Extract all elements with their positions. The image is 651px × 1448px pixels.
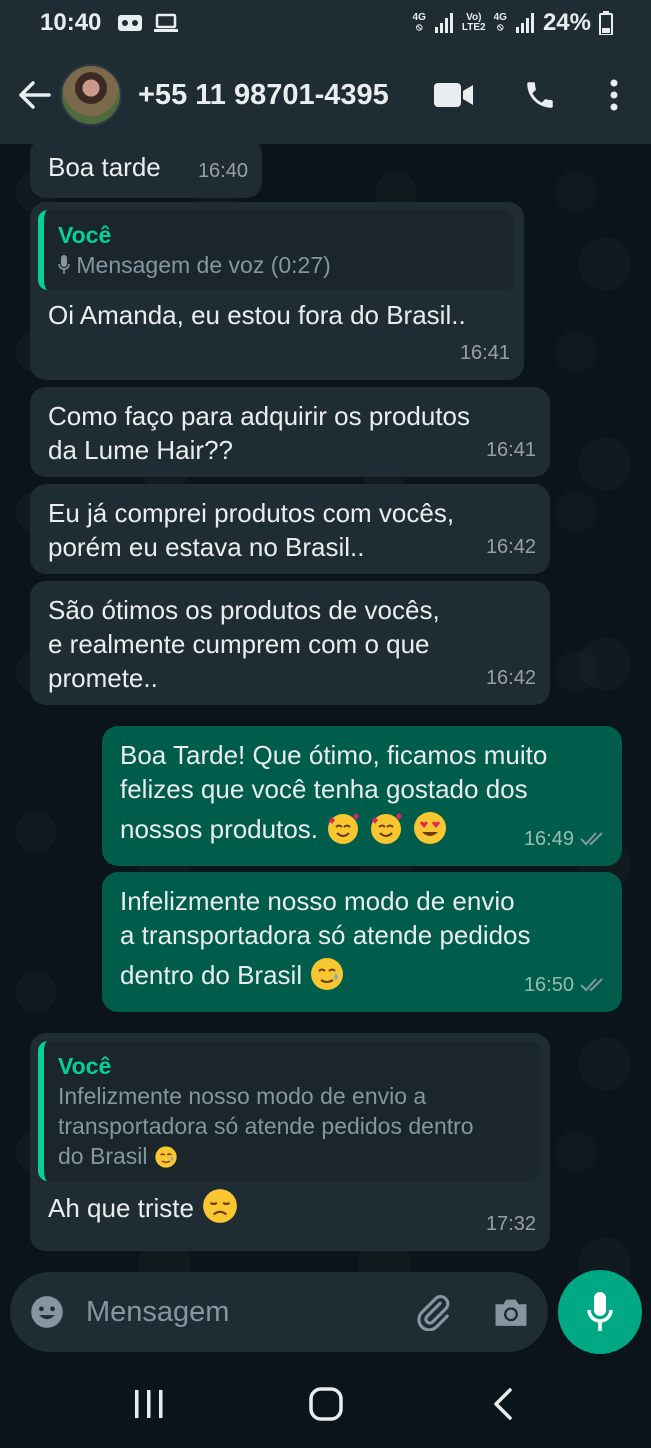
voice-call-button[interactable] [510,65,570,125]
message-outgoing[interactable]: Infelizmente nosso modo de envio a trans… [102,872,622,1012]
message-time: 16:42 [485,536,536,558]
phone-icon [527,82,553,108]
message-incoming[interactable]: Como faço para adquirir os produtos da L… [30,387,550,477]
signal-icon [434,13,453,33]
microphone-icon [58,255,70,274]
message-input[interactable]: Mensagem [86,1296,414,1329]
quote-author: Você [58,1053,112,1079]
message-text-line: São ótimos os produtos de vocês, [48,595,440,625]
message-text-line: nossos produtos. [120,814,319,844]
message-incoming[interactable]: Eu já comprei produtos com vocês, porém … [30,484,550,574]
message-text: Boa tarde [48,152,161,182]
message-outgoing[interactable]: Boa Tarde! Que ótimo, ficamos muito feli… [102,726,622,866]
message-time: 17:32 [485,1213,536,1235]
message-text-line: a transportadora só atende pedidos [120,920,531,950]
quote-text-line: do Brasil [58,1143,148,1169]
message-time: 16:40 [197,160,248,182]
message-text: Oi Amanda, eu estou fora do Brasil.. [48,300,466,330]
video-call-button[interactable] [424,65,484,125]
message-text-line: promete.. [48,663,158,693]
home-button[interactable] [296,1374,356,1434]
volte-indicator: Vo) LTE2 [461,12,486,33]
back-nav-button[interactable] [473,1374,533,1434]
message-incoming[interactable]: Você Mensagem de voz (0:27) Oi Amanda, e… [30,202,524,380]
system-nav-bar [0,1360,651,1448]
back-button[interactable] [10,70,60,120]
quote-text-line: Infelizmente nosso modo de envio a [58,1083,427,1109]
smiling-face-with-tear-emoji [155,1146,177,1168]
camera-icon[interactable] [492,1295,530,1329]
recent-apps-button[interactable] [119,1374,179,1434]
avatar[interactable] [60,64,122,126]
recents-icon [134,1390,162,1418]
heart-eyes-emoji [413,812,446,844]
quote-text-line: transportadora só atende pedidos dentro [58,1113,474,1139]
arrow-left-icon [19,81,51,109]
message-text: Ah que triste [48,1193,194,1223]
quote-author: Você [58,222,112,248]
message-text-line: Como faço para adquirir os produtos [48,401,471,431]
double-check-icon [580,832,603,846]
attach-icon[interactable] [414,1293,452,1331]
voice-message-button[interactable] [558,1270,642,1354]
message-text-line: da Lume Hair?? [48,435,233,465]
message-time: 16:49 [524,822,608,856]
message-text-line: e realmente cumprem com o que [48,629,430,659]
message-text-line: Eu já comprei produtos com vocês, [48,498,455,528]
more-vert-icon [610,79,618,111]
message-text-line: felizes que você tenha gostado dos [120,774,528,804]
status-bar: 10:40 4G ⦸ Vo) LTE2 4G ⦸ 24% [0,0,651,46]
battery-percent: 24% [542,9,591,36]
disappointed-face-emoji [203,1189,238,1223]
battery-icon [599,11,613,35]
smiling-face-with-hearts-emoji [328,813,360,844]
quoted-message[interactable]: Você Infelizmente nosso modo de envio a … [38,1041,540,1181]
chat-area[interactable]: Boa tarde 16:40 Você Mensagem de voz (0:… [0,144,651,1360]
message-incoming[interactable]: Você Infelizmente nosso modo de envio a … [30,1033,550,1251]
signal-icon-2 [515,13,534,33]
chat-header: +55 11 98701-4395 [0,46,651,144]
emoji-icon[interactable] [28,1293,66,1331]
menu-button[interactable] [584,65,644,125]
network-4g-indicator: 4G ⦸ [412,12,426,33]
video-camera-icon [434,83,473,107]
message-text-line: dentro do Brasil [120,960,303,990]
voicemail-icon [118,15,143,31]
message-time: 16:41 [459,342,510,364]
quoted-message[interactable]: Você Mensagem de voz (0:27) [38,210,514,290]
home-icon [308,1387,343,1421]
laptop-icon [154,13,179,32]
message-incoming[interactable]: Boa tarde 16:40 [30,144,262,198]
chevron-left-icon [493,1388,512,1420]
message-time: 16:50 [524,968,608,1002]
network-4g-indicator-2: 4G ⦸ [493,12,507,33]
message-text-line: Infelizmente nosso modo de envio [120,886,515,916]
message-text-line: porém eu estava no Brasil.. [48,532,365,562]
double-check-icon [580,978,603,992]
message-incoming[interactable]: São ótimos os produtos de vocês, e realm… [30,581,550,705]
message-text-line: Boa Tarde! Que ótimo, ficamos muito [120,740,548,770]
message-time: 16:41 [485,439,536,461]
smiling-face-with-hearts-emoji [371,813,403,844]
status-time: 10:40 [40,9,102,36]
quote-text: Mensagem de voz (0:27) [76,252,331,278]
message-time: 16:42 [485,667,536,689]
microphone-icon [587,1292,613,1331]
smiling-face-with-tear-emoji [311,958,344,990]
message-composer: Mensagem [10,1272,548,1352]
contact-name[interactable]: +55 11 98701-4395 [138,79,410,112]
